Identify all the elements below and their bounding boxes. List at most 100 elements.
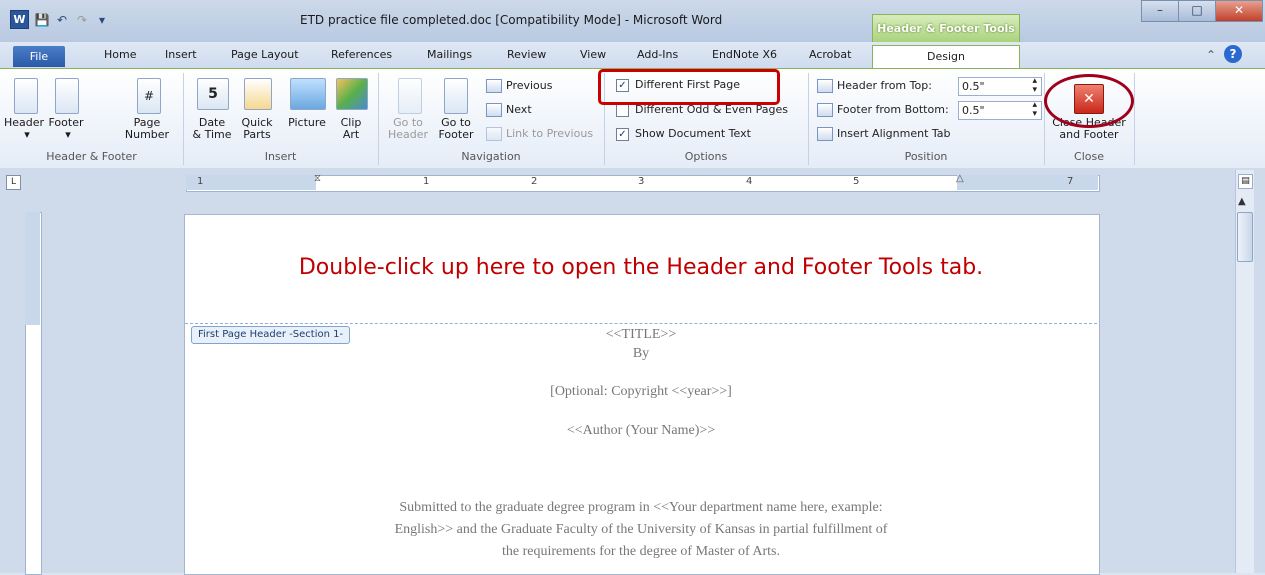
ruler-mark: 5: [853, 176, 860, 187]
group-close: Close: [1074, 150, 1104, 163]
different-odd-even-checkbox[interactable]: Different Odd & Even Pages: [616, 103, 788, 117]
tab-design[interactable]: Design: [872, 45, 1020, 69]
highlight-circle: [1044, 74, 1134, 128]
next-label: Next: [506, 103, 532, 116]
spinner-arrows-icon[interactable]: ▴ ▾: [1032, 77, 1037, 95]
doc-submitted-line-1[interactable]: Submitted to the graduate degree program…: [184, 500, 1098, 516]
header-boundary: [185, 323, 1097, 324]
close-header-footer-label[interactable]: and Footer: [1044, 129, 1134, 141]
close-window-button[interactable]: ✕: [1215, 0, 1263, 22]
header-position-icon: [817, 79, 833, 93]
redo-icon[interactable]: ↷: [74, 12, 90, 28]
group-navigation: Navigation: [461, 150, 521, 163]
undo-icon[interactable]: ↶: [54, 12, 70, 28]
clip-art-icon: [336, 78, 368, 110]
ruler-margin-left: [186, 175, 316, 190]
tab-addins[interactable]: Add-Ins: [637, 48, 678, 61]
tab-home[interactable]: Home: [104, 48, 136, 61]
right-indent-marker-icon[interactable]: △: [956, 173, 964, 184]
word-logo-icon[interactable]: W: [10, 10, 29, 29]
tab-endnote[interactable]: EndNote X6: [712, 48, 777, 61]
previous-icon: [486, 79, 502, 93]
next-button[interactable]: Next: [486, 103, 532, 117]
goto-header-icon: [398, 78, 422, 114]
tab-view[interactable]: View: [580, 48, 606, 61]
annotation-text: Double-click up here to open the Header …: [298, 255, 984, 280]
tab-insert[interactable]: Insert: [165, 48, 197, 61]
header-from-top-value: 0.5": [962, 80, 985, 93]
highlight-box: [598, 69, 780, 105]
customize-qat-icon[interactable]: ▾: [94, 12, 110, 28]
doc-author[interactable]: <<Author (Your Name)>>: [184, 423, 1098, 439]
header-from-top-row: Header from Top:: [817, 79, 932, 93]
save-icon[interactable]: 💾: [34, 12, 50, 28]
link-to-previous-label: Link to Previous: [506, 127, 594, 140]
footer-icon: [55, 78, 79, 114]
goto-footer-label[interactable]: Footer: [436, 129, 476, 141]
header-footer-tools-label: Header & Footer Tools: [872, 14, 1020, 43]
footer-from-bottom-row: Footer from Bottom:: [817, 103, 949, 117]
group-insert: Insert: [264, 150, 297, 163]
scroll-up-icon[interactable]: ▲: [1238, 196, 1246, 207]
doc-title[interactable]: <<TITLE>>: [184, 327, 1098, 343]
footer-from-bottom-value: 0.5": [962, 104, 985, 117]
ruler-mark: 1: [197, 176, 204, 187]
checkbox-checked-icon: ✓: [616, 127, 629, 141]
quick-parts-label[interactable]: Parts: [236, 129, 278, 141]
tab-mailings[interactable]: Mailings: [427, 48, 472, 61]
goto-footer-icon: [444, 78, 468, 114]
show-document-text-label: Show Document Text: [635, 127, 751, 140]
link-icon: [486, 127, 502, 141]
date-time-label[interactable]: & Time: [190, 129, 234, 141]
header-icon: [14, 78, 38, 114]
tab-page-layout[interactable]: Page Layout: [231, 48, 299, 61]
tab-references[interactable]: References: [331, 48, 392, 61]
group-position: Position: [904, 150, 948, 163]
link-to-previous-button[interactable]: Link to Previous: [486, 127, 593, 141]
doc-submitted-line-2[interactable]: English>> and the Graduate Faculty of th…: [184, 522, 1098, 538]
collapse-ribbon-icon[interactable]: ⌃: [1206, 48, 1216, 62]
tab-file[interactable]: File: [13, 46, 65, 67]
footer-from-bottom-label: Footer from Bottom:: [837, 103, 949, 116]
clip-art-label[interactable]: Art: [332, 129, 370, 141]
goto-header-label[interactable]: Header: [388, 129, 428, 141]
ruler-mark: 4: [746, 176, 753, 187]
page-number-icon: #: [137, 78, 161, 114]
ruler-mark: 7: [1067, 176, 1074, 187]
ruler-mark: 1: [423, 176, 430, 187]
insert-alignment-tab-button[interactable]: Insert Alignment Tab: [817, 127, 951, 141]
page-number-label[interactable]: Number: [112, 129, 182, 141]
ruler-mark: 3: [638, 176, 645, 187]
insert-alignment-tab-label: Insert Alignment Tab: [837, 127, 951, 140]
doc-submitted-line-3[interactable]: the requirements for the degree of Maste…: [184, 544, 1098, 560]
ruler-margin-right: [957, 175, 1098, 190]
show-document-text-checkbox[interactable]: ✓ Show Document Text: [616, 127, 751, 141]
view-ruler-icon[interactable]: ▤: [1238, 174, 1253, 189]
header-dropdown-icon[interactable]: ▾: [22, 129, 32, 141]
doc-by[interactable]: By: [184, 346, 1098, 362]
header-from-top-label: Header from Top:: [837, 79, 932, 92]
window-title: ETD practice file completed.doc [Compati…: [300, 13, 723, 27]
tab-selector-icon[interactable]: L: [6, 175, 21, 190]
date-time-icon: 5: [197, 78, 229, 110]
maximize-button[interactable]: □: [1178, 0, 1216, 22]
minimize-button[interactable]: –: [1141, 0, 1179, 22]
ruler-mark: 2: [531, 176, 538, 187]
footer-position-icon: [817, 103, 833, 117]
quick-parts-icon: [244, 78, 272, 110]
tab-review[interactable]: Review: [507, 48, 546, 61]
alignment-tab-icon: [817, 127, 833, 141]
help-icon[interactable]: ?: [1224, 45, 1242, 63]
previous-button[interactable]: Previous: [486, 79, 553, 93]
spinner-arrows-icon[interactable]: ▴ ▾: [1032, 101, 1037, 119]
tab-acrobat[interactable]: Acrobat: [809, 48, 851, 61]
header-from-top-input[interactable]: 0.5" ▴ ▾: [958, 77, 1042, 96]
checkbox-empty-icon: [616, 103, 629, 117]
doc-copyright[interactable]: [Optional: Copyright <<year>>]: [184, 384, 1098, 400]
footer-from-bottom-input[interactable]: 0.5" ▴ ▾: [958, 101, 1042, 120]
picture-icon: [290, 78, 326, 110]
picture-button[interactable]: Picture: [284, 117, 330, 129]
indent-marker-icon[interactable]: ⧖: [314, 173, 321, 184]
footer-dropdown-icon[interactable]: ▾: [63, 129, 73, 141]
scroll-thumb[interactable]: [1237, 212, 1253, 262]
